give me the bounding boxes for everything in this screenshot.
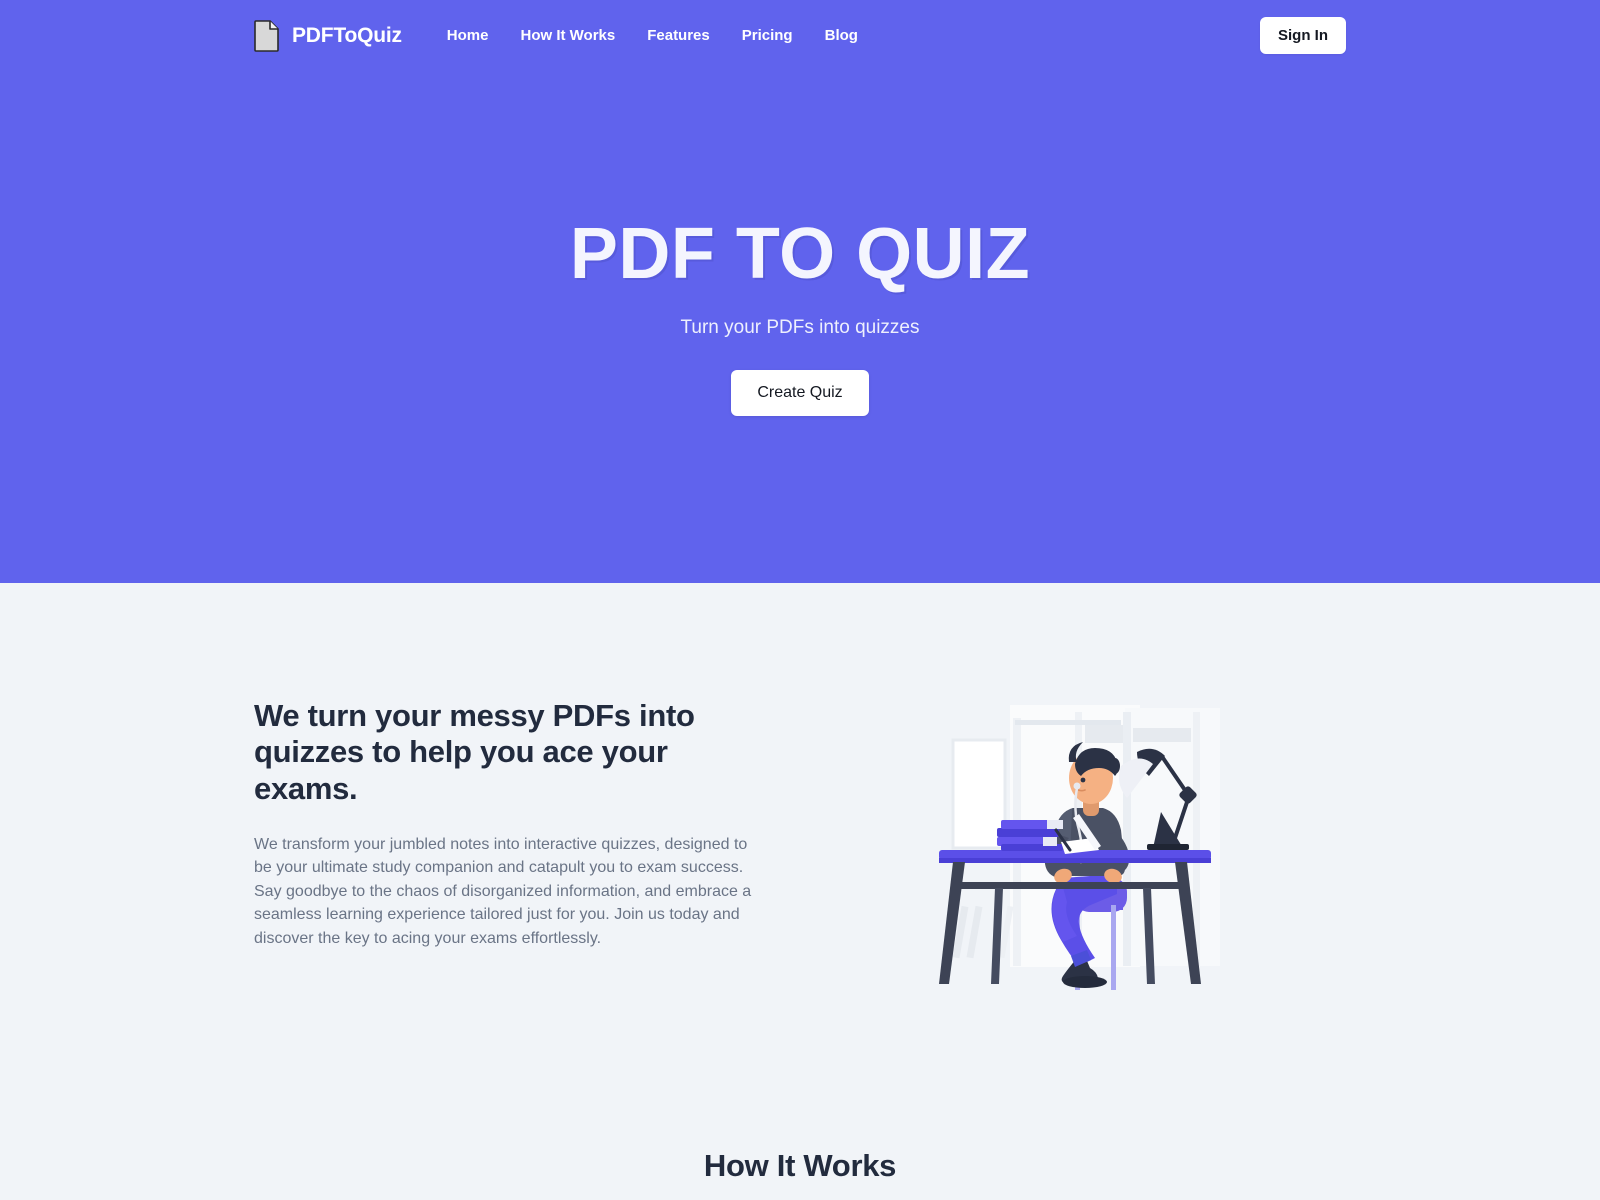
hero-title: PDF TO QUIZ	[569, 214, 1031, 294]
how-it-works-heading: How It Works	[703, 1148, 897, 1183]
about-inner: We turn your messy PDFs into quizzes to …	[254, 583, 1346, 990]
about-body-text: We transform your jumbled notes into int…	[254, 835, 752, 947]
about-text-column: We turn your messy PDFs into quizzes to …	[254, 698, 784, 950]
create-quiz-button[interactable]: Create Quiz	[731, 369, 869, 416]
about-section: We turn your messy PDFs into quizzes to …	[0, 583, 1600, 1083]
how-it-works-section: How It Works	[0, 1083, 1600, 1200]
landing-page: PDFToQuiz Home How It Works Features Pri…	[0, 0, 1600, 1200]
about-illustration-column	[784, 698, 1346, 990]
student-studying-at-desk-illustration	[925, 700, 1225, 990]
hero-subtitle: Turn your PDFs into quizzes	[680, 316, 920, 338]
hero-content: PDF TO QUIZ Turn your PDFs into quizzes …	[0, 0, 1600, 583]
about-heading: We turn your messy PDFs into quizzes to …	[254, 698, 695, 806]
